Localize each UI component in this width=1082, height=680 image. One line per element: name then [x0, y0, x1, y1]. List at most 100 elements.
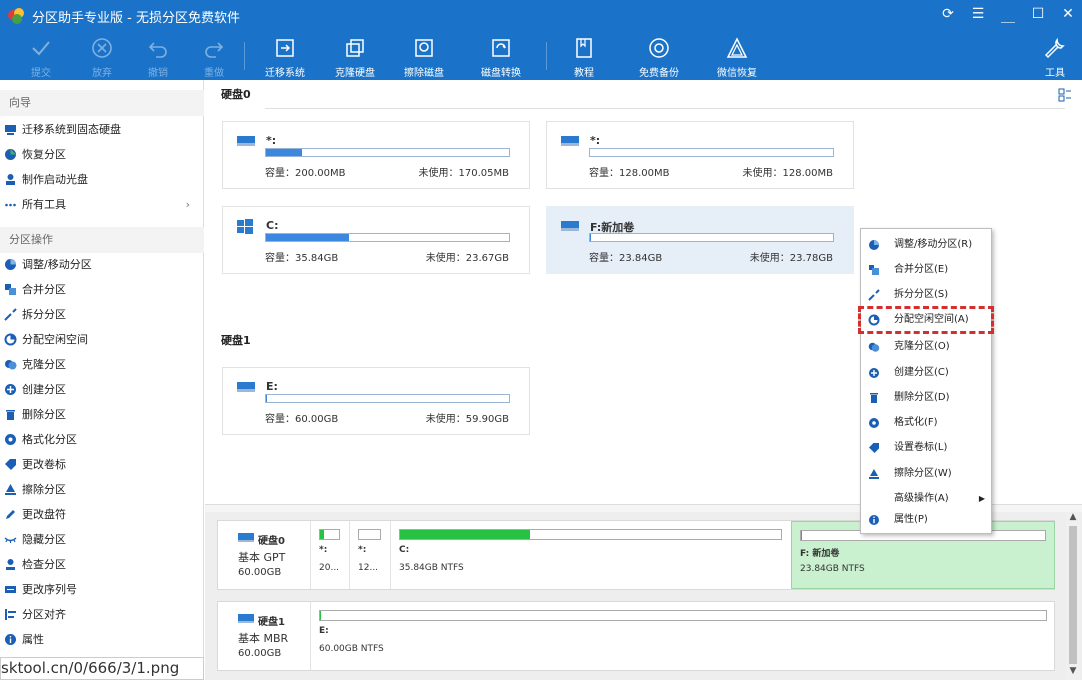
menu-icon[interactable]: ☰ — [970, 6, 986, 26]
partition-card-star1[interactable]: *: 容量：200.00MB 未使用：170.05MB — [222, 121, 530, 189]
wipe-disk-button[interactable]: 擦除磁盘 — [401, 34, 447, 79]
trash-icon — [6, 410, 15, 420]
menu-item-split[interactable]: 拆分分区(S) — [861, 283, 993, 307]
highlight-annotation — [858, 306, 994, 334]
disk-map-row-disk1[interactable]: 硬盘1 基本 MBR 60.00GB E: 60.00GB NTFS — [217, 601, 1055, 671]
vertical-scrollbar[interactable]: ▲ ▼ — [1066, 512, 1080, 680]
partition-card-f[interactable]: F:新加卷 容量：23.84GB 未使用：23.78GB — [546, 206, 854, 274]
maximize-icon[interactable]: ☐ — [1030, 6, 1046, 26]
clone-disk-button[interactable]: 克隆硬盘 — [332, 34, 378, 79]
trash-icon — [870, 393, 878, 403]
partition-card-star2[interactable]: *: 容量：128.00MB 未使用：128.00MB — [546, 121, 854, 189]
free-backup-button[interactable]: 免费备份 — [636, 34, 682, 79]
tutorial-button[interactable]: 教程 — [571, 34, 597, 79]
app-logo-icon — [8, 8, 24, 24]
disk1-info: 硬盘1 基本 MBR 60.00GB — [218, 602, 310, 670]
convert-disk-button[interactable]: 磁盘转换 — [478, 34, 524, 79]
split-partition-icon — [868, 289, 880, 301]
menu-item-resize-move[interactable]: 调整/移动分区(R) — [861, 233, 993, 257]
sidebar-item-hide[interactable]: 隐藏分区 — [0, 527, 204, 552]
menu-item-create[interactable]: 创建分区(C) — [861, 361, 993, 385]
partition-card-c[interactable]: C: 容量：35.84GB 未使用：23.67GB — [222, 206, 530, 274]
partition-card-e[interactable]: E: 容量：60.00GB 未使用：59.90GB — [222, 367, 530, 435]
sidebar-item-format[interactable]: 格式化分区 — [0, 427, 204, 452]
eraser-icon — [5, 484, 16, 495]
info-icon — [5, 634, 16, 645]
sidebar-item-properties[interactable]: 属性 — [0, 627, 204, 652]
discard-button[interactable]: 放弃 — [89, 34, 115, 79]
toolbar: 提交 放弃 撤销 重做 迁移系统 克隆硬盘 擦除磁盘 磁盘转换 教程 免费备份 … — [0, 32, 1082, 80]
sidebar-item-migrate-ssd[interactable]: 迁移系统到固态硬盘 — [0, 117, 204, 142]
undo-button[interactable]: 撤销 — [145, 34, 171, 79]
usage-bar — [265, 233, 510, 242]
sidebar-item-wipe[interactable]: 擦除分区 — [0, 477, 204, 502]
recover-partition-icon — [5, 149, 16, 160]
minimize-icon[interactable]: ＿ — [1000, 6, 1016, 26]
redo-button[interactable]: 重做 — [201, 34, 227, 79]
diskmap-partition-c[interactable]: C: 35.84GB NTFS — [390, 521, 790, 589]
chevron-right-icon: › — [185, 198, 190, 211]
sidebar-item-change-letter[interactable]: 更改盘符 — [0, 502, 204, 527]
diskmap-partition[interactable]: *: 20... — [310, 521, 348, 589]
close-icon[interactable]: ✕ — [1060, 6, 1076, 26]
menu-item-delete[interactable]: 删除分区(D) — [861, 386, 993, 410]
sidebar-item-serial[interactable]: 更改序列号 — [0, 577, 204, 602]
menu-item-format[interactable]: 格式化(F) — [861, 411, 993, 435]
tag-icon — [869, 443, 879, 453]
diskmap-partition-e[interactable]: E: 60.00GB NTFS — [310, 602, 1055, 670]
tag-icon — [5, 459, 16, 470]
sidebar-item-split[interactable]: 拆分分区 — [0, 302, 204, 327]
resize-partition-icon — [5, 259, 16, 270]
sidebar-item-align[interactable]: 分区对齐 — [0, 602, 204, 627]
more-dots-icon — [5, 203, 16, 207]
menu-item-properties[interactable]: 属性(P) — [861, 508, 993, 532]
checkmark-icon — [32, 41, 50, 56]
menu-item-clone[interactable]: 克隆分区(O) — [861, 335, 993, 359]
scroll-thumb[interactable] — [1069, 526, 1077, 664]
sidebar-item-check[interactable]: 检查分区 — [0, 552, 204, 577]
sidebar-item-all-tools[interactable]: 所有工具 › — [0, 192, 204, 217]
sidebar-item-merge[interactable]: 合并分区 — [0, 277, 204, 302]
sidebar-item-change-label[interactable]: 更改卷标 — [0, 452, 204, 477]
menu-item-wipe[interactable]: 擦除分区(W) — [861, 462, 993, 486]
sidebar-item-delete[interactable]: 删除分区 — [0, 402, 204, 427]
clone-disk-icon — [346, 39, 364, 57]
resize-partition-icon — [869, 240, 879, 250]
eraser-icon — [869, 469, 879, 479]
disk-icon — [237, 382, 255, 392]
migrate-system-button[interactable]: 迁移系统 — [262, 34, 308, 79]
usage-bar — [265, 394, 510, 403]
scroll-up-icon[interactable]: ▲ — [1066, 512, 1080, 522]
sidebar-item-clone[interactable]: 克隆分区 — [0, 352, 204, 377]
migrate-os-icon — [276, 39, 294, 57]
diskmap-partition[interactable]: *: 12... — [349, 521, 389, 589]
undo-icon — [148, 42, 167, 58]
disk-icon — [237, 136, 255, 146]
disk0-divider — [265, 108, 1065, 109]
refresh-icon[interactable]: ⟳ — [940, 6, 956, 26]
submit-button[interactable]: 提交 — [28, 34, 54, 79]
window-title: 分区助手专业版 - 无损分区免费软件 — [32, 10, 240, 26]
backup-icon — [649, 38, 669, 58]
merge-partition-icon — [869, 265, 879, 275]
sidebar-item-boot-disc[interactable]: 制作启动光盘 — [0, 167, 204, 192]
wizard-section-title: 向导 — [0, 90, 204, 116]
wrench-icon — [1044, 37, 1065, 59]
sidebar-item-resize-move[interactable]: 调整/移动分区 — [0, 252, 204, 277]
title-bar: 分区助手专业版 - 无损分区免费软件 ⟳ ☰ ＿ ☐ ✕ — [0, 0, 1082, 32]
menu-item-merge[interactable]: 合并分区(E) — [861, 258, 993, 282]
sidebar: 向导 迁移系统到固态硬盘 恢复分区 制作启动光盘 所有工具 › 分区操作 调整/… — [0, 80, 204, 680]
sidebar-item-allocate-free[interactable]: 分配空闲空间 — [0, 327, 204, 352]
menu-item-set-label[interactable]: 设置卷标(L) — [861, 436, 993, 460]
usage-bar — [589, 233, 834, 242]
scroll-down-icon[interactable]: ▼ — [1066, 666, 1080, 676]
serial-number-icon — [5, 586, 16, 593]
tools-button[interactable]: 工具 — [1042, 34, 1068, 79]
wechat-recovery-button[interactable]: 微信恢复 — [714, 34, 760, 79]
usage-bar — [589, 148, 834, 157]
sidebar-item-create[interactable]: 创建分区 — [0, 377, 204, 402]
pencil-icon — [6, 510, 15, 519]
sidebar-item-recover-partition[interactable]: 恢复分区 — [0, 142, 204, 167]
wipe-disk-icon — [415, 39, 433, 57]
view-toggle-icon[interactable] — [1058, 88, 1072, 102]
